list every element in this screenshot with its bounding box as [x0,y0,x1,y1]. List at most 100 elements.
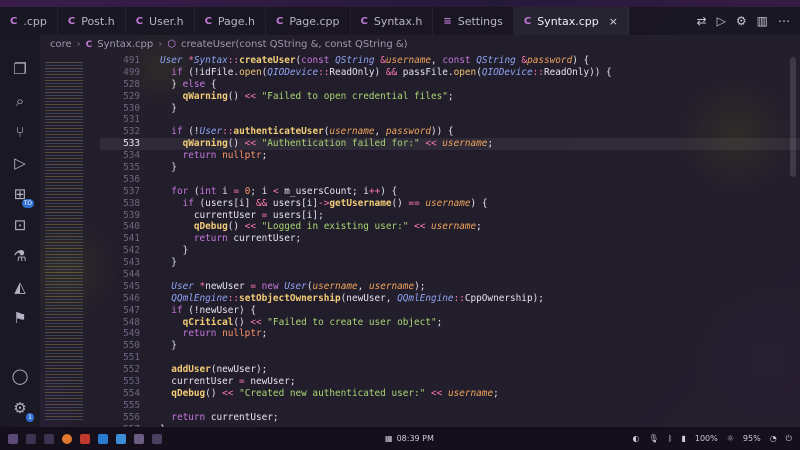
line-number: 545 [123,280,140,292]
tab-syntax-cpp[interactable]: C Syntax.cpp × [513,7,629,35]
code-line[interactable]: 544 [100,269,800,281]
tab-page-cpp[interactable]: C Page.cpp [266,7,351,35]
line-number: 553 [123,376,140,388]
line-content: } [171,340,177,352]
breadcrumb-file[interactable]: Syntax.cpp [97,39,153,50]
code-line[interactable]: 528 } else { [100,79,800,91]
battery-icon[interactable]: ▮ [681,434,685,443]
testing-icon[interactable]: ⚗ [9,245,31,267]
remote-explorer-icon[interactable]: ⊡ [9,214,31,236]
code-line[interactable]: 539 currentUser = users[i]; [100,210,800,222]
manage-gear-icon[interactable]: ⚙ 1 [9,397,34,422]
code-line[interactable]: 545 User *newUser = new User(username, u… [100,281,800,293]
microphone-icon[interactable]: 🎙 [648,434,658,443]
code-line[interactable]: 546 QQmlEngine::setObjectOwnership(newUs… [100,293,800,305]
code-line[interactable]: 534 return nullptr; [100,150,800,162]
code-line[interactable]: 532 if (!User::authenticateUser(username… [100,126,800,138]
extensions-icon[interactable]: ⊞ TO [9,183,34,208]
media-icon[interactable]: ◐ [633,434,640,443]
line-content: if (users[i] && users[i]->getUsername() … [182,197,488,209]
line-content: for (int i = 0; i < m_usersCount; i++) { [171,185,398,197]
code-line[interactable]: 556 return currentUser; [100,412,800,424]
run-icon[interactable]: ▷ [717,14,726,28]
code-line[interactable]: 555 [100,400,800,412]
line-content: User *Syntax::createUser(const QString &… [160,55,590,66]
notifications-icon[interactable]: ◔ [770,434,777,443]
app-icon[interactable] [134,433,144,444]
code-line[interactable]: 553 currentUser = newUser; [100,376,800,388]
tab-settings[interactable]: ≡ Settings [433,7,514,35]
tab-syntax-h[interactable]: C Syntax.h [351,7,434,35]
app-icon[interactable] [80,433,90,444]
app-icon[interactable] [152,433,162,444]
code-line[interactable]: 551 [100,352,800,364]
line-content: return nullptr; [182,328,268,340]
code-line[interactable]: 542 } [100,245,800,257]
file-type-icon: ≡ [443,15,452,27]
qt-icon[interactable]: ◭ [9,276,31,298]
code-line[interactable]: 552 addUser(newUser); [100,364,800,376]
power-icon[interactable]: ⏻ [786,434,792,444]
firefox-icon[interactable] [62,433,72,444]
line-number: 549 [123,328,140,340]
line-content: qDebug() << "Logged in existing user:" <… [193,221,482,233]
vscode-icon[interactable] [98,433,108,444]
code-line[interactable]: 538 if (users[i] && users[i]->getUsernam… [100,198,800,210]
code-line[interactable]: 530 } [100,103,800,115]
cpp-file-icon: C [85,39,93,50]
line-number: 531 [123,114,140,126]
bluetooth-icon[interactable]: ᛒ [668,434,673,443]
code-line[interactable]: 547 if (!newUser) { [100,305,800,317]
brightness-icon[interactable]: ☼ [727,434,734,443]
code-line[interactable]: 549 return nullptr; [100,328,800,340]
app-icon[interactable] [116,433,126,444]
explorer-icon[interactable]: ❐ [9,58,31,80]
code-line[interactable]: 531 [100,114,800,126]
search-icon[interactable]: ⌕ [9,90,31,112]
run-debug-icon[interactable]: ▷ [9,152,31,174]
breadcrumb-folder[interactable]: core [50,39,72,50]
breadcrumb-symbol[interactable]: createUser(const QString &, const QStrin… [181,39,408,50]
taskbar-clock[interactable]: ▦ 08:39 PM [385,434,434,443]
source-control-icon[interactable]: ⑂ [9,121,31,143]
code-line[interactable]: 536 [100,174,800,186]
line-number: 552 [123,364,140,376]
timeline-icon[interactable]: ⚑ [9,307,31,329]
tab-page-h[interactable]: C Page.h [195,7,267,35]
account-icon[interactable]: ◯ [9,365,31,387]
code-line[interactable]: 537 for (int i = 0; i < m_usersCount; i+… [100,186,800,198]
editor-scrollbar[interactable] [790,57,796,177]
split-editor-icon[interactable]: ▥ [757,14,768,28]
tab-post-h[interactable]: C Post.h [58,7,126,35]
code-line[interactable]: 491 User *Syntax::createUser(const QStrin… [100,55,800,67]
file-type-icon: C [135,15,144,27]
close-tab-icon[interactable]: × [609,15,618,28]
code-line[interactable]: 541 return currentUser; [100,233,800,245]
workspace-icon[interactable] [44,433,54,444]
workspace-icon[interactable] [26,433,36,444]
code-line[interactable]: 543 } [100,257,800,269]
manage-badge: 1 [26,413,34,422]
line-number: 528 [123,78,140,90]
compare-icon[interactable]: ⇄ [697,14,707,28]
code-line[interactable]: 550 } [100,340,800,352]
more-actions-icon[interactable]: ⋯ [778,14,790,28]
code-line[interactable]: 529 qWarning() << "Failed to open creden… [100,91,800,103]
code-line[interactable]: 540 qDebug() << "Logged in existing user… [100,221,800,233]
line-number: 556 [123,411,140,423]
app-launcher-icon[interactable] [8,433,18,444]
code-line[interactable]: 548 qCritical() << "Failed to create use… [100,317,800,329]
file-type-icon: C [523,15,532,27]
minimap[interactable] [45,62,83,422]
code-line[interactable]: 554 qDebug() << "Created new authenticat… [100,388,800,400]
code-line[interactable]: 533 qWarning() << "Authentication failed… [100,138,800,151]
code-editor[interactable]: 491 User *Syntax::createUser(const QStrin… [100,55,800,427]
tab-cpp[interactable]: C .cpp [0,7,58,35]
code-line[interactable]: 535 } [100,162,800,174]
line-content: } [171,102,177,114]
code-line[interactable]: 499 if (!idFile.open(QIODevice::ReadOnly… [100,67,800,79]
settings-gear-icon[interactable]: ⚙ [736,14,747,28]
tab-user-h[interactable]: C User.h [126,7,195,35]
file-type-icon: C [204,15,212,27]
file-type-icon: C [10,15,18,27]
